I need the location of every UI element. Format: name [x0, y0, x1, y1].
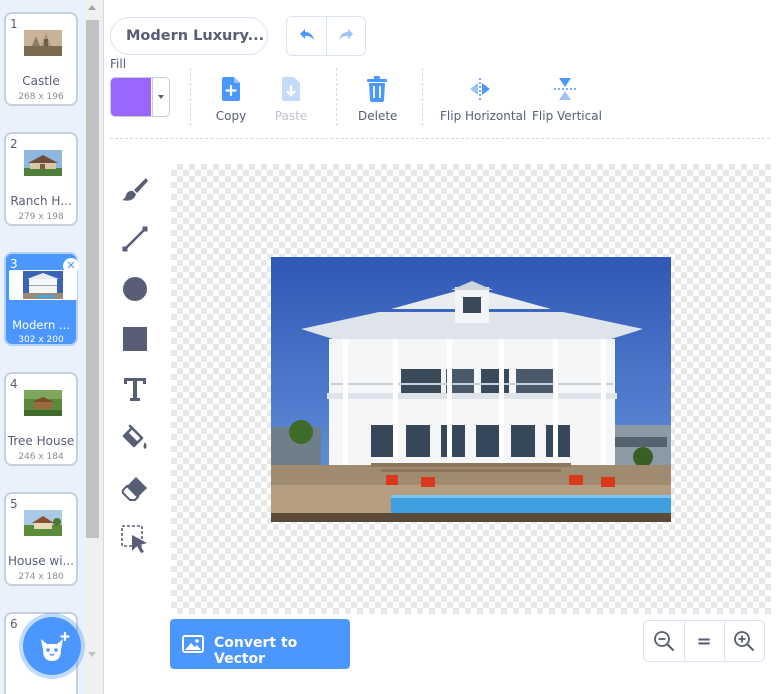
- zoom-out-button[interactable]: [644, 621, 685, 661]
- flip-vertical-icon: [554, 78, 576, 100]
- copy-label: Copy: [215, 109, 247, 123]
- flip-vertical-label: Flip Vertical: [532, 109, 602, 123]
- paste-button[interactable]: Paste: [274, 76, 308, 123]
- costume-item-tree-house[interactable]: 4 Tree House 246 x 184: [4, 372, 78, 466]
- costume-number: 4: [10, 377, 18, 391]
- costume-list: 1 Castle 268 x 196 2 Ranch H... 279 x 19…: [0, 0, 102, 694]
- flip-vertical-button[interactable]: Flip Vertical: [532, 76, 602, 123]
- costume-number: 1: [10, 17, 18, 31]
- fill-tool[interactable]: [118, 422, 152, 456]
- zoom-out-icon: [654, 631, 674, 651]
- costume-size: 246 x 184: [18, 452, 64, 462]
- fill-label: Fill: [110, 57, 127, 71]
- rectangle-icon: [123, 327, 147, 351]
- convert-to-vector-button[interactable]: Convert to Vector: [170, 619, 350, 669]
- costume-name: Castle: [22, 74, 60, 88]
- costume-thumbnail: [24, 390, 62, 416]
- eraser-icon: [121, 477, 147, 501]
- rectangle-tool[interactable]: [118, 322, 152, 356]
- costume-size: 302 x 200: [18, 335, 64, 345]
- circle-tool[interactable]: [118, 272, 152, 306]
- costume-number: 3: [10, 257, 18, 271]
- costume-thumbnail: [24, 30, 62, 56]
- costume-name: Ranch H...: [10, 194, 72, 208]
- text-tool[interactable]: [118, 372, 152, 406]
- cat-icon: [41, 631, 70, 661]
- divider: [336, 68, 337, 126]
- costume-number: 5: [10, 497, 18, 511]
- paint-editor: Modern Luxury... Fill Copy Paste Delete …: [103, 0, 779, 694]
- costume-size: 268 x 196: [18, 92, 64, 102]
- delete-button[interactable]: Delete: [358, 76, 398, 123]
- undo-button[interactable]: [287, 17, 327, 55]
- divider: [422, 68, 423, 126]
- select-tool[interactable]: [118, 522, 152, 556]
- paint-bucket-icon: [122, 424, 147, 449]
- redo-icon: [339, 29, 353, 40]
- delete-label: Delete: [358, 109, 398, 123]
- brush-tool[interactable]: [118, 172, 152, 206]
- costume-item-modern-luxury[interactable]: 3 ✕ Modern ... 302 x 200: [4, 252, 79, 346]
- choose-costume-button[interactable]: [23, 617, 81, 675]
- costume-name: Modern ...: [12, 318, 70, 332]
- costume-number: 2: [10, 137, 18, 151]
- chevron-down-icon[interactable]: [152, 78, 169, 116]
- paste-label: Paste: [274, 109, 308, 123]
- redo-button[interactable]: [327, 17, 365, 55]
- undo-redo-group: [286, 16, 366, 56]
- costume-name: House wi...: [7, 554, 74, 568]
- trash-icon: [367, 76, 387, 102]
- select-icon: [121, 525, 147, 553]
- delete-costume-icon[interactable]: ✕: [63, 258, 79, 274]
- toolbar-divider: [110, 138, 770, 139]
- line-icon: [122, 226, 148, 252]
- scroll-thumb[interactable]: [86, 20, 99, 538]
- costume-thumbnail: [9, 270, 77, 300]
- scroll-down-arrow-icon[interactable]: [88, 652, 96, 657]
- scroll-up-arrow-icon[interactable]: [88, 5, 96, 10]
- flip-horizontal-label: Flip Horizontal: [440, 109, 527, 123]
- costume-size: 274 x 180: [18, 572, 64, 582]
- line-tool[interactable]: [118, 222, 152, 256]
- costume-image: [271, 257, 671, 522]
- copy-button[interactable]: Copy: [214, 76, 248, 123]
- costume-thumbnail: [24, 510, 62, 536]
- zoom-reset-button[interactable]: =: [684, 621, 725, 661]
- flip-horizontal-icon: [470, 78, 490, 100]
- costume-name: Tree House: [7, 434, 75, 448]
- zoom-in-icon: [734, 631, 754, 651]
- zoom-controls: =: [643, 620, 765, 662]
- costume-size: 279 x 198: [18, 212, 64, 222]
- brush-icon: [122, 178, 148, 201]
- zoom-in-button[interactable]: [724, 621, 764, 661]
- paste-icon: [282, 77, 300, 101]
- costume-item-castle[interactable]: 1 Castle 268 x 196: [4, 12, 78, 106]
- circle-icon: [123, 277, 147, 301]
- costume-item-house-with[interactable]: 5 House wi... 274 x 180: [4, 492, 78, 586]
- fill-swatch[interactable]: [111, 78, 151, 116]
- costume-list-scrollbar[interactable]: [84, 0, 101, 694]
- drawing-canvas[interactable]: [171, 164, 771, 614]
- costume-thumbnail: [24, 150, 62, 176]
- undo-icon: [300, 29, 314, 40]
- copy-icon: [222, 77, 240, 101]
- eraser-tool[interactable]: [118, 472, 152, 506]
- fill-color-picker[interactable]: [110, 77, 170, 117]
- costume-item-ranch-house[interactable]: 2 Ranch H... 279 x 198: [4, 132, 78, 226]
- convert-to-vector-label: Convert to Vector: [214, 635, 298, 667]
- flip-horizontal-button[interactable]: Flip Horizontal: [440, 76, 527, 123]
- costume-name-input[interactable]: Modern Luxury...: [110, 17, 268, 55]
- text-icon: [124, 378, 146, 401]
- divider: [190, 68, 191, 126]
- image-icon: [182, 635, 204, 653]
- costume-number: 6: [10, 617, 18, 631]
